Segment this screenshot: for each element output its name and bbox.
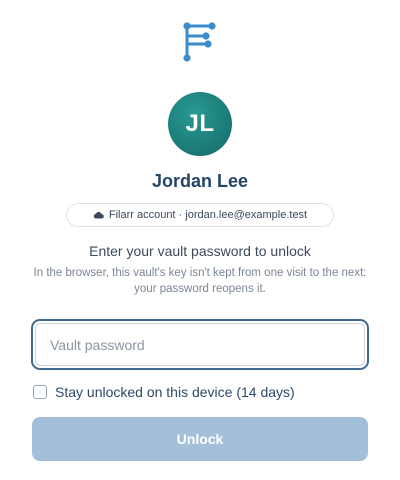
cloud-icon bbox=[93, 212, 104, 219]
stay-unlocked-label: Stay unlocked on this device (14 days) bbox=[55, 384, 295, 400]
unlock-vault-page: JL Jordan Lee Filarr account · jordan.le… bbox=[0, 0, 400, 480]
account-chip: Filarr account · jordan.lee@example.test bbox=[66, 203, 334, 227]
user-name: Jordan Lee bbox=[151, 171, 249, 191]
account-label: Filarr account · jordan.lee@example.test bbox=[108, 209, 308, 221]
browser-key-note: In the browser, this vault's key isn't k… bbox=[33, 267, 367, 295]
unlock-button[interactable]: Unlock bbox=[32, 417, 368, 461]
unlock-instruction: Enter your vault password to unlock bbox=[89, 243, 311, 259]
avatar-initials: JL bbox=[185, 110, 215, 137]
vault-password-input[interactable] bbox=[35, 323, 365, 366]
avatar: JL bbox=[168, 92, 232, 156]
password-field-focus-ring bbox=[31, 319, 369, 370]
stay-unlocked-option[interactable]: Stay unlocked on this device (14 days) bbox=[33, 384, 295, 400]
stay-unlocked-checkbox[interactable] bbox=[33, 385, 47, 399]
filarr-logo-icon bbox=[183, 22, 216, 62]
